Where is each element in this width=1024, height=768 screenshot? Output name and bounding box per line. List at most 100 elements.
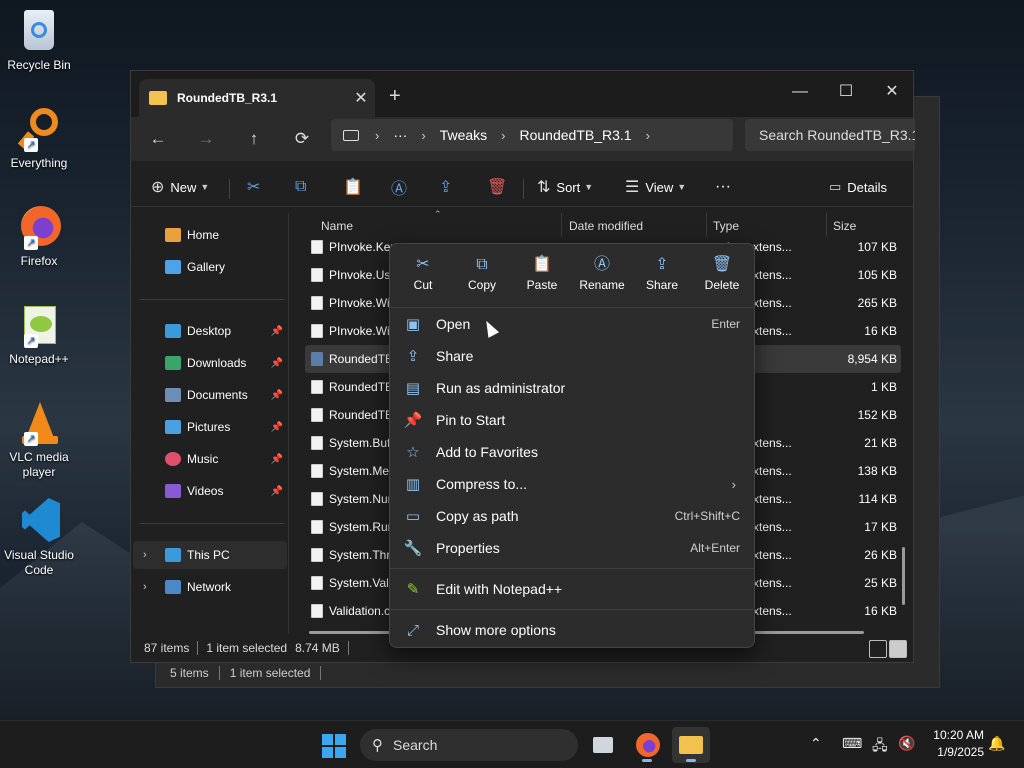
desktop-icon-recycle-bin[interactable]: Recycle Bin: [2, 8, 76, 73]
delete-action[interactable]: 🗑 Delete: [692, 254, 752, 298]
taskbar-firefox[interactable]: [628, 727, 666, 763]
sidebar-item-pictures[interactable]: Pictures 📌: [133, 413, 287, 441]
desktop-icon-vlc[interactable]: ↗ VLC media player: [2, 400, 76, 480]
menu-item-open[interactable]: ▣ Open Enter: [394, 309, 750, 339]
delete-button[interactable]: 🗑: [487, 175, 513, 199]
sidebar-item-gallery[interactable]: Gallery: [133, 253, 287, 281]
rename-action[interactable]: Ⓐ Rename: [572, 254, 632, 298]
sort-up-icon: ⌃: [434, 209, 442, 219]
vlc-cone-icon: ↗: [16, 400, 62, 446]
keyboard-icon[interactable]: ⌨: [842, 735, 862, 752]
up-button[interactable]: ↑: [239, 127, 269, 151]
view-button[interactable]: ☰ View ▼: [625, 175, 686, 199]
search-box[interactable]: Search RoundedTB_R3.1: [745, 119, 915, 151]
chevron-right-icon[interactable]: ›: [646, 128, 650, 143]
chevron-up-icon[interactable]: ⌃: [810, 735, 822, 752]
cut-action[interactable]: ✂ Cut: [393, 254, 453, 298]
sidebar-item-documents[interactable]: Documents 📌: [133, 381, 287, 409]
chevron-right-icon[interactable]: ›: [143, 581, 147, 593]
minimize-button[interactable]: —: [777, 77, 823, 107]
menu-item-show-more-options[interactable]: ⤢ Show more options: [394, 615, 750, 645]
forward-button[interactable]: →: [191, 127, 221, 151]
sidebar-item-downloads[interactable]: Downloads 📌: [133, 349, 287, 377]
scissors-icon: ✂: [247, 179, 261, 196]
refresh-button[interactable]: ⟳: [287, 127, 317, 151]
column-date[interactable]: Date modified: [569, 219, 643, 233]
tab-close-icon[interactable]: ✕: [347, 88, 375, 108]
menu-item-run-as-admin[interactable]: ▤ Run as administrator: [394, 373, 750, 403]
copy-action[interactable]: ⧉ Copy: [452, 254, 512, 298]
back-button[interactable]: ←: [143, 127, 173, 151]
desktop-icon-notepadpp[interactable]: ↗ Notepad++: [2, 302, 76, 367]
shortcut-arrow-icon: ↗: [24, 432, 38, 446]
details-view-button[interactable]: [869, 640, 887, 658]
sidebar-item-desktop[interactable]: Desktop 📌: [133, 317, 287, 345]
plus-circle-icon: ⊕: [151, 179, 165, 196]
paste-action[interactable]: 📋 Paste: [512, 254, 572, 298]
address-bar[interactable]: › ··· › Tweaks › RoundedTB_R3.1 ›: [331, 119, 733, 151]
title-bar[interactable]: RoundedTB_R3.1 ✕ + — ☐ ✕: [131, 71, 913, 117]
new-button[interactable]: ⊕ New ▼: [151, 175, 209, 199]
notification-bell-icon[interactable]: 🔔: [988, 735, 1005, 752]
desktop-icon-everything[interactable]: ↗ Everything: [2, 106, 76, 171]
copy-button[interactable]: ⧉: [295, 175, 312, 199]
menu-item-compress-to[interactable]: ▥ Compress to... ›: [394, 469, 750, 499]
sidebar-item-this-pc[interactable]: › This PC: [133, 541, 287, 569]
column-size[interactable]: Size: [833, 219, 856, 233]
gallery-icon: [165, 260, 181, 274]
taskbar-file-explorer[interactable]: [672, 727, 710, 763]
chevron-down-icon: ▼: [584, 182, 594, 192]
breadcrumb-roundedtb[interactable]: RoundedTB_R3.1: [520, 127, 632, 143]
network-icon: [165, 580, 181, 594]
maximize-button[interactable]: ☐: [823, 77, 869, 107]
more-options-icon: ⤢: [406, 621, 419, 639]
share-action[interactable]: ⇪ Share: [632, 254, 692, 298]
paste-button[interactable]: 📋: [343, 175, 369, 199]
open-window-icon: ▣: [405, 316, 421, 333]
cut-button[interactable]: ✂: [247, 175, 266, 199]
details-button[interactable]: ▭ Details: [829, 175, 887, 199]
desktop-icon-vscode[interactable]: Visual Studio Code: [2, 498, 76, 578]
more-options-button[interactable]: ···: [715, 175, 731, 199]
menu-item-edit-notepadpp[interactable]: ✎ Edit with Notepad++: [394, 574, 750, 604]
breadcrumb-tweaks[interactable]: Tweaks: [440, 127, 487, 143]
pin-icon: 📌: [270, 453, 283, 465]
menu-item-properties[interactable]: 🔧 Properties Alt+Enter: [394, 533, 750, 563]
tiles-view-button[interactable]: [889, 640, 907, 658]
sidebar-item-videos[interactable]: Videos 📌: [133, 477, 287, 505]
volume-muted-icon[interactable]: 🔇: [898, 735, 915, 752]
trash-icon: 🗑: [487, 179, 508, 196]
share-button[interactable]: ⇪: [439, 175, 458, 199]
breadcrumb-more[interactable]: ···: [393, 127, 407, 143]
taskbar-search[interactable]: ⚲ Search: [360, 729, 578, 761]
notepadpp-icon: ↗: [16, 302, 62, 348]
network-icon[interactable]: 🖧: [872, 735, 888, 759]
vertical-scrollbar[interactable]: [902, 547, 905, 605]
start-button[interactable]: [322, 734, 346, 758]
firefox-icon: [636, 733, 660, 757]
chevron-right-icon: ›: [731, 476, 736, 492]
menu-item-pin-to-start[interactable]: 📌 Pin to Start: [394, 405, 750, 435]
menu-item-share[interactable]: ⇪ Share: [394, 341, 750, 371]
this-pc-icon: [165, 548, 181, 562]
desktop-folder-icon: [165, 324, 181, 338]
sort-button[interactable]: ⇅ Sort ▼: [537, 175, 593, 199]
sidebar-item-home[interactable]: Home: [133, 221, 287, 249]
menu-item-copy-as-path[interactable]: ▭ Copy as path Ctrl+Shift+C: [394, 501, 750, 531]
desktop-icon-firefox[interactable]: ↗ Firefox: [2, 204, 76, 269]
navigation-bar: ← → ↑ ⟳ › ··· › Tweaks › RoundedTB_R3.1 …: [131, 117, 915, 161]
column-type[interactable]: Type: [713, 219, 739, 233]
new-tab-button[interactable]: +: [389, 85, 401, 108]
rename-button[interactable]: Ⓐ: [391, 175, 413, 199]
chevron-right-icon[interactable]: ›: [143, 549, 147, 561]
clock[interactable]: 10:20 AM 1/9/2025: [922, 727, 984, 761]
sidebar-item-music[interactable]: Music 📌: [133, 445, 287, 473]
taskbar-task-view[interactable]: [584, 727, 622, 763]
paste-icon: 📋: [532, 256, 552, 273]
sidebar-item-network[interactable]: › Network: [133, 573, 287, 601]
shortcut-arrow-icon: ↗: [24, 236, 38, 250]
close-button[interactable]: ✕: [869, 77, 915, 107]
explorer-tab[interactable]: RoundedTB_R3.1 ✕: [139, 79, 375, 117]
column-name[interactable]: Name: [321, 219, 353, 233]
menu-item-add-to-favorites[interactable]: ☆ Add to Favorites: [394, 437, 750, 467]
